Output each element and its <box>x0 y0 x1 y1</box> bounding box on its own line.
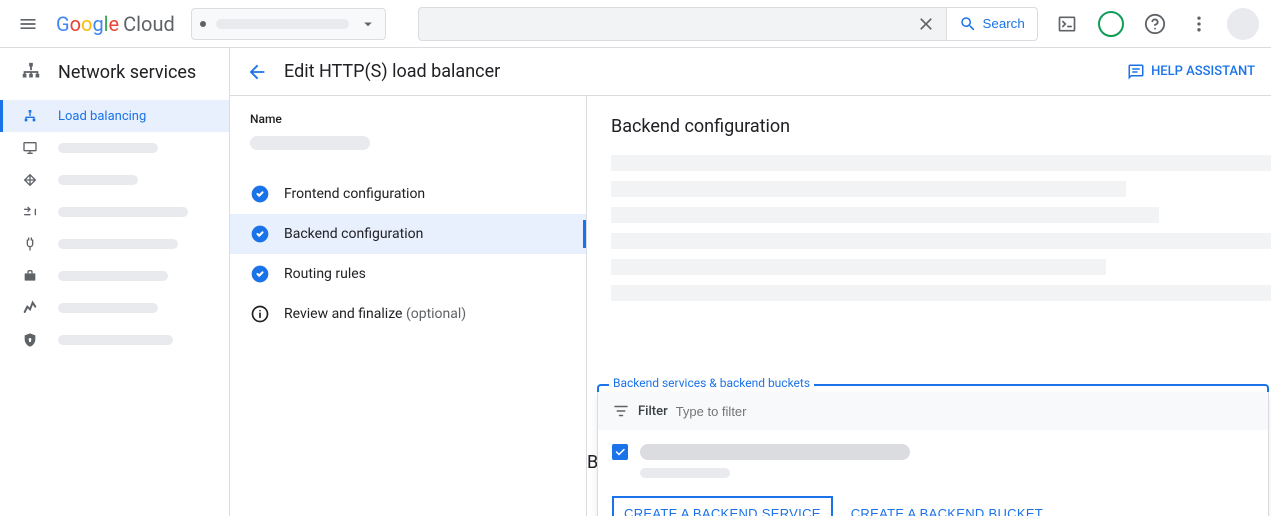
sidebar-item-placeholder <box>58 303 158 313</box>
sidebar-item-7[interactable] <box>0 292 229 324</box>
step-frontend[interactable]: Frontend configuration <box>230 174 586 214</box>
sidebar-item-load-balancing[interactable]: Load balancing <box>0 100 229 132</box>
account-button[interactable] <box>1223 4 1263 44</box>
popover-legend: Backend services & backend buckets <box>609 376 814 390</box>
step-review[interactable]: Review and finalize (optional) <box>230 294 586 334</box>
steps-panel: Name Frontend configuration Backend conf… <box>230 96 587 516</box>
name-label: Name <box>250 112 566 126</box>
option-name-placeholder <box>640 444 910 460</box>
placeholder-bar <box>611 259 1106 275</box>
placeholder-bar <box>611 233 1271 249</box>
option-checkbox[interactable] <box>612 444 628 460</box>
search-icon <box>959 15 977 33</box>
sidebar-item-placeholder <box>58 207 188 217</box>
arrow-back-icon <box>246 61 268 83</box>
check-circle-icon <box>250 264 270 284</box>
search-button-label: Search <box>983 16 1025 31</box>
terminal-icon <box>1057 14 1077 34</box>
step-label: Frontend configuration <box>284 186 425 202</box>
close-icon <box>916 14 936 34</box>
check-circle-icon <box>250 224 270 244</box>
filter-icon <box>612 402 630 420</box>
page-title: Edit HTTP(S) load balancer <box>284 61 500 82</box>
page-header: Edit HTTP(S) load balancer HELP ASSISTAN… <box>230 48 1271 96</box>
placeholder-bar <box>611 181 1126 197</box>
check-icon <box>614 446 626 458</box>
name-value-placeholder <box>250 136 370 150</box>
sidebar-title: Network services <box>58 62 196 83</box>
filter-input[interactable] <box>676 404 852 419</box>
project-name-placeholder <box>216 19 349 29</box>
backend-picker-popover: Filter CREATE A BACKEND SERVICE CREATE A… <box>597 392 1269 516</box>
dropdown-icon <box>359 15 377 33</box>
hamburger-menu[interactable] <box>8 4 48 44</box>
option-sub-placeholder <box>640 468 730 478</box>
help-button[interactable] <box>1135 4 1175 44</box>
move-icon <box>22 172 38 188</box>
sidebar-item-placeholder <box>58 143 158 153</box>
cloud-shell-button[interactable] <box>1047 4 1087 44</box>
more-button[interactable] <box>1179 4 1219 44</box>
project-picker[interactable] <box>191 8 386 40</box>
monitor-icon <box>22 140 38 156</box>
search-box[interactable] <box>418 7 947 41</box>
menu-icon <box>18 14 38 34</box>
search-button[interactable]: Search <box>947 7 1038 41</box>
sidebar-item-label: Load balancing <box>58 109 146 124</box>
step-label: Backend configuration <box>284 226 423 242</box>
chart-icon <box>22 300 38 316</box>
network-services-icon <box>20 61 42 83</box>
step-backend[interactable]: Backend configuration <box>230 214 586 254</box>
sidebar-header[interactable]: Network services <box>0 48 229 96</box>
step-label: Review and finalize (optional) <box>284 306 466 322</box>
google-cloud-logo[interactable]: Google Cloud <box>56 12 175 36</box>
sidebar-item-placeholder <box>58 175 138 185</box>
shield-icon <box>22 332 38 348</box>
logo-cloud-text: Cloud <box>123 12 175 36</box>
sidebar-item-placeholder <box>58 239 178 249</box>
config-panel: Backend configuration B Backend services… <box>587 96 1271 516</box>
back-button[interactable] <box>246 61 268 83</box>
sidebar-item-8[interactable] <box>0 324 229 356</box>
search-input[interactable] <box>427 16 914 32</box>
check-circle-icon <box>250 184 270 204</box>
sidebar-item-placeholder <box>58 271 168 281</box>
briefcase-icon <box>22 268 38 284</box>
help-assistant-button[interactable]: HELP ASSISTANT <box>1127 63 1255 81</box>
sidebar-item-3[interactable] <box>0 164 229 196</box>
config-title: Backend configuration <box>611 116 1271 137</box>
project-dot-icon <box>200 21 206 27</box>
placeholder-bar <box>611 155 1271 171</box>
sidebar-item-6[interactable] <box>0 260 229 292</box>
create-backend-bucket-button[interactable]: CREATE A BACKEND BUCKET <box>851 506 1043 516</box>
sidebar: Network services Load balancing <box>0 48 230 516</box>
placeholder-bar <box>611 207 1159 223</box>
status-indicator[interactable] <box>1091 4 1131 44</box>
create-backend-service-button[interactable]: CREATE A BACKEND SERVICE <box>612 496 833 516</box>
step-label: Routing rules <box>284 266 366 282</box>
help-assistant-label: HELP ASSISTANT <box>1151 64 1255 79</box>
sidebar-item-placeholder <box>58 335 173 345</box>
sidebar-item-5[interactable] <box>0 228 229 260</box>
search-clear[interactable] <box>914 12 938 36</box>
plug-icon <box>22 236 38 252</box>
help-icon <box>1144 13 1166 35</box>
arrow-right-icon <box>22 204 38 220</box>
sidebar-item-4[interactable] <box>0 196 229 228</box>
step-routing[interactable]: Routing rules <box>230 254 586 294</box>
placeholder-bar <box>611 285 1271 301</box>
info-circle-icon <box>250 304 270 324</box>
more-vert-icon <box>1189 14 1209 34</box>
load-balancing-icon <box>22 108 38 124</box>
sidebar-item-2[interactable] <box>0 132 229 164</box>
avatar-icon <box>1227 8 1259 40</box>
chat-icon <box>1127 63 1145 81</box>
green-circle-icon <box>1098 11 1124 37</box>
filter-row[interactable]: Filter <box>598 392 1268 430</box>
filter-label: Filter <box>638 404 668 419</box>
